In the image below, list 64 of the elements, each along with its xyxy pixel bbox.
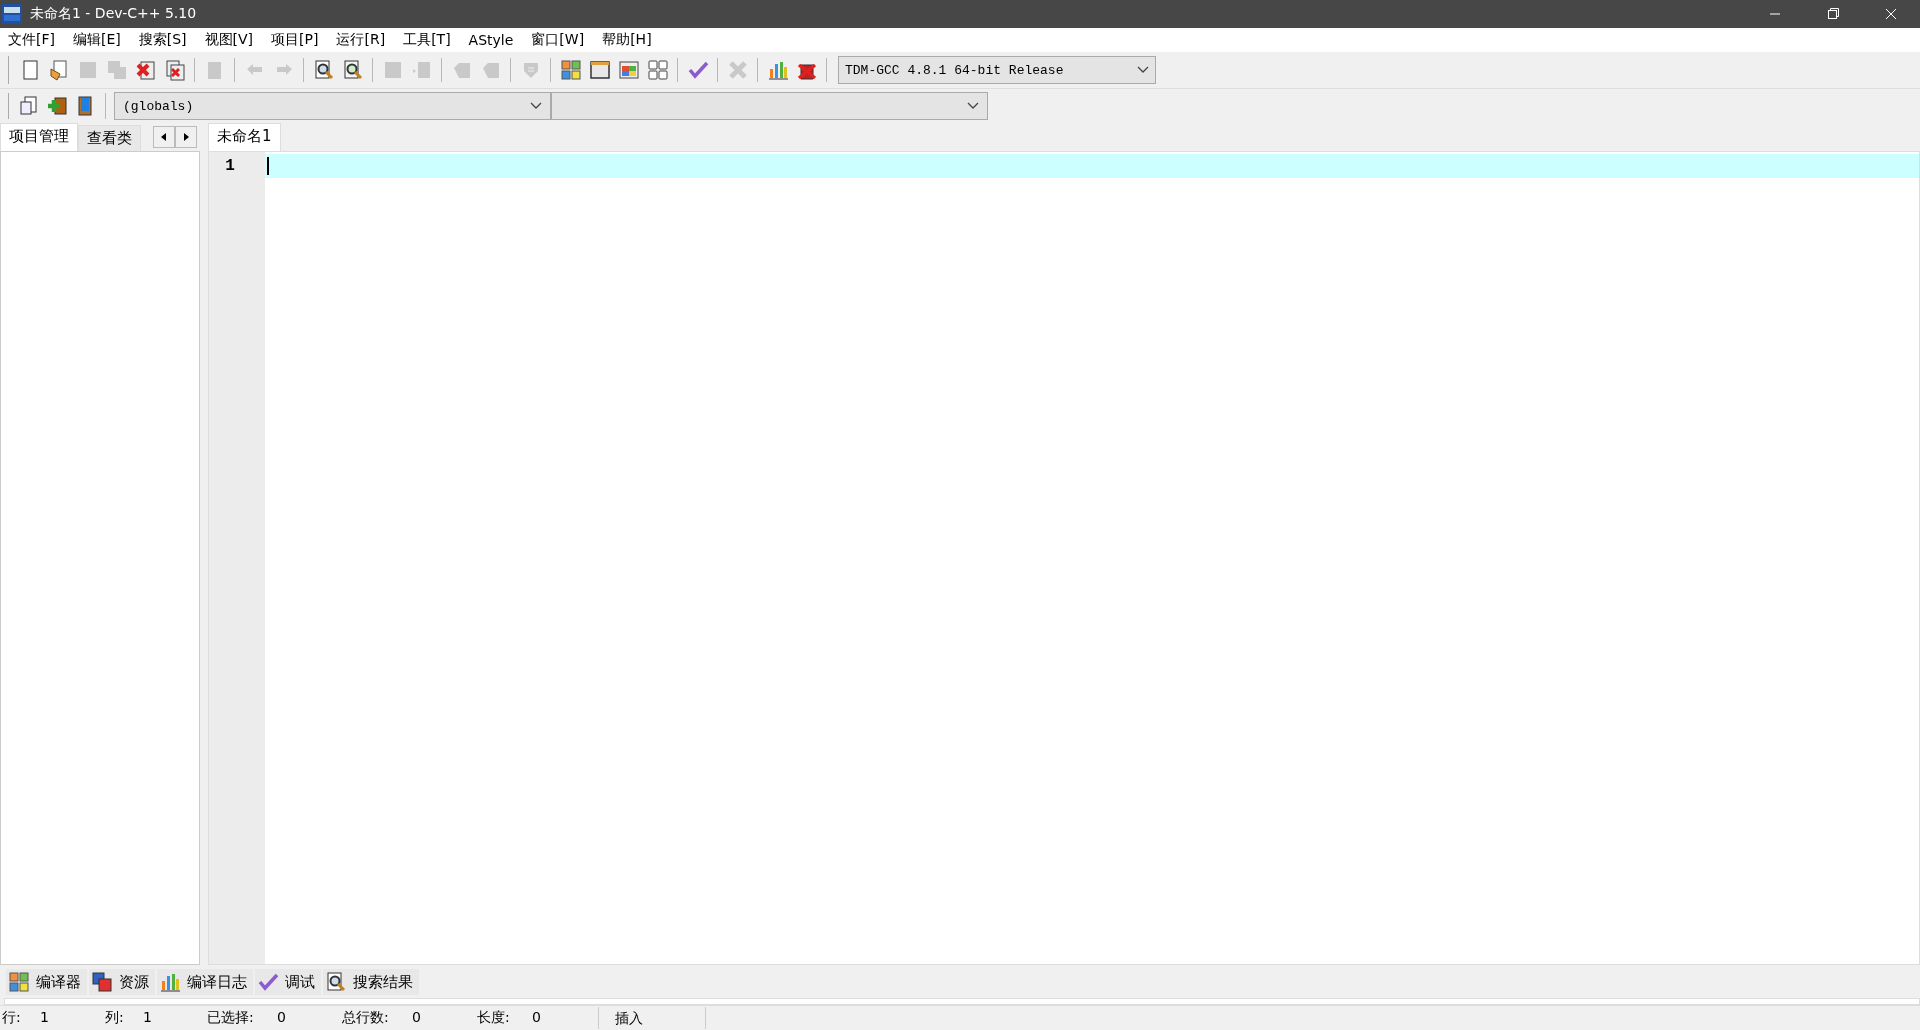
tool-icon <box>766 59 789 81</box>
menu-item[interactable]: 工具[T] <box>395 31 461 49</box>
output-tab[interactable]: 资源 <box>89 969 155 995</box>
disabled-tool-icon <box>410 59 433 81</box>
status-label: 总行数: <box>342 1009 390 1027</box>
text-cursor <box>267 157 269 175</box>
menu-item[interactable]: 搜索[S] <box>130 31 197 49</box>
status-value: 1 <box>143 1009 152 1027</box>
left-arrow-icon <box>161 133 167 141</box>
tool-icon <box>46 95 68 117</box>
menu-item[interactable]: 编辑[E] <box>65 31 131 49</box>
output-tab[interactable]: 编译器 <box>6 969 87 995</box>
tab-icon <box>325 971 347 993</box>
line-number: 1 <box>224 156 236 177</box>
tool-icon <box>588 59 611 81</box>
menu-item[interactable]: 帮助[H] <box>594 31 662 49</box>
tab-icon <box>257 971 279 993</box>
status-label: 行: <box>2 1009 22 1027</box>
tab-icon <box>159 971 181 993</box>
tool-icon <box>646 59 669 81</box>
tool-icon <box>617 59 640 81</box>
tool-icon <box>47 59 70 81</box>
scope-select[interactable]: (globals) <box>114 92 551 120</box>
status-value: 0 <box>277 1009 286 1027</box>
tool-icon <box>686 59 709 81</box>
output-tab[interactable]: 搜索结果 <box>323 969 419 995</box>
tab-icon <box>8 971 30 993</box>
menu-item[interactable]: 项目[P] <box>263 31 329 49</box>
tool-icon <box>559 59 582 81</box>
app-logo-icon <box>2 4 22 24</box>
status-label: 列: <box>105 1009 125 1027</box>
menu-item[interactable]: 视图[V] <box>196 31 264 49</box>
window-title: 未命名1 - Dev-C++ 5.10 <box>29 5 198 23</box>
status-label: 长度: <box>477 1009 511 1027</box>
menu-item[interactable]: 窗口[W] <box>523 31 595 49</box>
editor-tab[interactable]: 未命名1 <box>208 123 281 151</box>
status-value: 0 <box>532 1009 541 1027</box>
disabled-tool-icon <box>105 59 128 81</box>
scroll-left-button[interactable] <box>153 126 175 148</box>
panel-tab[interactable]: 查看类 <box>78 125 141 151</box>
tool-icon <box>312 59 335 81</box>
tool-icon <box>341 59 364 81</box>
status-label: 已选择: <box>207 1009 255 1027</box>
tool-icon <box>18 95 40 117</box>
menu-item[interactable]: 文件[F] <box>0 31 65 49</box>
status-value: 0 <box>412 1009 421 1027</box>
right-arrow-icon <box>183 133 189 141</box>
panel-tab[interactable]: 项目管理 <box>0 123 78 151</box>
scope-name: (globals) <box>123 98 194 114</box>
tab-icon <box>91 971 113 993</box>
insert-mode: 插入 <box>598 1007 706 1029</box>
member-select[interactable] <box>551 92 988 120</box>
scroll-right-button[interactable] <box>175 126 197 148</box>
menu-item[interactable]: AStyle <box>460 32 524 48</box>
compiler-select[interactable]: TDM-GCC 4.8.1 64-bit Release <box>838 56 1156 84</box>
output-tab[interactable]: 调试 <box>255 969 321 995</box>
code-editor[interactable]: 1 <box>208 151 1920 965</box>
compiler-name: TDM-GCC 4.8.1 64-bit Release <box>845 62 1064 78</box>
tool-icon <box>163 59 186 81</box>
output-tab[interactable]: 编译日志 <box>157 969 253 995</box>
disabled-tool-icon <box>726 59 749 81</box>
menu-item[interactable]: 运行[R] <box>328 31 396 49</box>
status-value: 1 <box>40 1009 49 1027</box>
tool-icon <box>134 59 157 81</box>
